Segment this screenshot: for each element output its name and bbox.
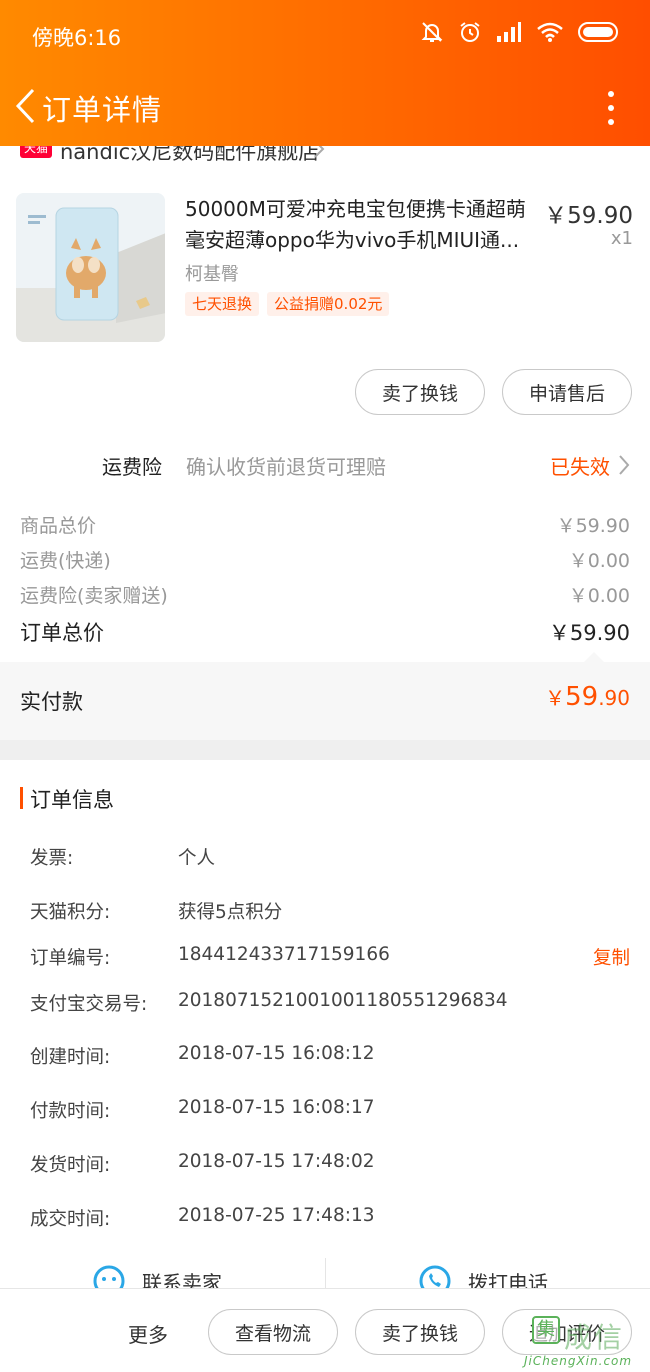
info-label: 天猫积分: [30,902,111,923]
shipping-fee-value: ￥0.00 [568,550,630,572]
after-sale-button[interactable]: 申请售后 [502,369,632,415]
info-value: 184412433717159166 [178,944,390,965]
order-total-label: 订单总价 [20,621,104,645]
copy-order-number-button[interactable]: 复制 [593,944,630,970]
info-value: 2018-07-15 16:08:17 [178,1097,375,1118]
info-label: 付款时间: [30,1101,111,1122]
product-sku: 柯基臀 [185,264,239,285]
insurance-description: 确认收货前退货可理赔 [186,455,386,479]
more-dot-icon [608,119,614,125]
product-title[interactable]: 50000M可爱冲充电宝包便携卡通超萌 毫安超薄oppo华为vivo手机MIUI… [185,194,545,256]
product-price: ￥59.90 [544,203,633,229]
product-title-line: 50000M可爱冲充电宝包便携卡通超萌 [185,197,526,221]
alarm-icon [460,22,480,42]
contact-seller-button[interactable]: 联系卖家 [92,1264,222,1288]
chat-icon [93,1265,125,1288]
paid-amount-box: 实付款 ￥59.90 [0,652,650,740]
more-dot-icon [608,91,614,97]
contact-row: 联系卖家 拨打电话 [0,1258,650,1288]
contact-divider [325,1258,326,1288]
chevron-right-icon [619,455,630,475]
sell-for-cash-bottom-button[interactable]: 卖了换钱 [355,1309,485,1355]
paid-notch [584,652,604,662]
info-value: 2018-07-15 16:08:12 [178,1043,375,1064]
tag-charity: 公益捐赠0.02元 [267,292,390,316]
product-tags: 七天退换 公益捐赠0.02元 [185,292,390,316]
back-button[interactable] [8,84,42,128]
bottom-action-bar: 更多 查看物流 卖了换钱 追加评价 [0,1288,650,1372]
tag-seven-day-return: 七天退换 [185,292,260,316]
product-image[interactable] [16,193,165,342]
paid-label: 实付款 [20,690,83,714]
battery-icon [578,22,618,42]
shipping-insurance-row[interactable]: 运费险 确认收货前退货可理赔 已失效 [0,440,650,490]
info-value: 获得5点积分 [178,902,283,923]
signal-icon [497,22,521,42]
mute-bell-icon [421,22,443,42]
info-value: 2018-07-15 17:48:02 [178,1151,375,1172]
shipping-fee-label: 运费(快递) [20,550,111,572]
sell-for-cash-button[interactable]: 卖了换钱 [355,369,485,415]
info-label: 成交时间: [30,1209,111,1230]
add-review-button[interactable]: 追加评价 [502,1309,632,1355]
info-label: 创建时间: [30,1047,111,1068]
info-value: 2018071521001001180551296834 [178,990,508,1011]
product-title-line: 毫安超薄oppo华为vivo手机MIUI通... [185,228,520,252]
order-total-value: ￥59.90 [548,621,630,645]
power-bank-image [16,193,165,342]
app-header: 傍晚6:16 订单详情 [0,0,650,146]
nav-bar: 订单详情 [0,70,650,146]
call-phone-label: 拨打电话 [468,1270,548,1289]
paid-integer: 59 [565,682,599,712]
goods-total-label: 商品总价 [20,515,97,537]
info-label: 发票: [30,848,74,869]
info-value: 2018-07-25 17:48:13 [178,1205,375,1226]
more-menu-button[interactable] [596,88,626,128]
info-value: 个人 [178,848,216,869]
order-info-title: 订单信息 [30,788,114,812]
info-label: 支付宝交易号: [30,994,148,1015]
phone-icon [419,1265,451,1288]
status-time: 傍晚6:16 [32,26,122,50]
section-divider [0,740,650,760]
section-accent-bar [20,787,23,809]
paid-decimal: .90 [598,686,630,710]
info-label: 订单编号: [30,948,111,969]
info-label: 发货时间: [30,1155,111,1176]
status-icons [420,20,620,44]
more-dot-icon [608,105,614,111]
page-title: 订单详情 [42,93,163,127]
paid-currency: ￥ [545,686,566,710]
insurance-fee-value: ￥0.00 [568,585,630,607]
more-actions-button[interactable]: 更多 [128,1319,168,1348]
call-phone-button[interactable]: 拨打电话 [418,1264,548,1288]
status-bar: 傍晚6:16 [0,0,650,70]
insurance-fee-label: 运费险(卖家赠送) [20,585,168,607]
contact-seller-label: 联系卖家 [142,1270,222,1289]
insurance-label: 运费险 [102,455,162,479]
view-logistics-button[interactable]: 查看物流 [208,1309,338,1355]
paid-value: ￥59.90 [545,682,630,712]
wifi-icon [537,22,563,42]
product-item[interactable]: 50000M可爱冲充电宝包便携卡通超萌 毫安超薄oppo华为vivo手机MIUI… [0,190,650,350]
insurance-status: 已失效 [550,455,610,479]
product-quantity: x1 [610,228,633,249]
chevron-left-icon [15,88,35,124]
goods-total-value: ￥59.90 [556,515,630,537]
